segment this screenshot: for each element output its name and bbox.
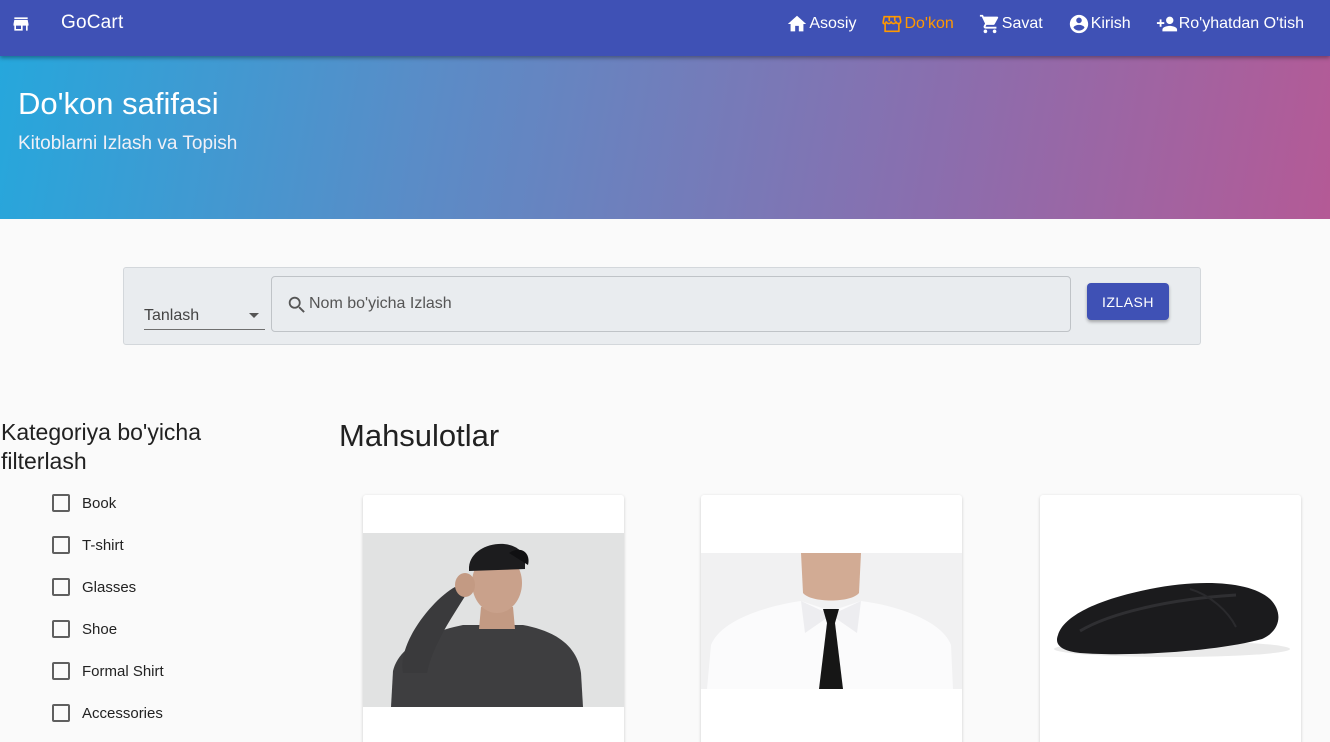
- category-select[interactable]: Tanlash: [144, 302, 265, 330]
- search-input[interactable]: [309, 289, 1049, 319]
- store-icon[interactable]: [11, 14, 31, 34]
- filter-label: Formal Shirt: [82, 662, 164, 680]
- search-icon: [288, 296, 305, 313]
- checkbox[interactable]: [52, 620, 70, 638]
- product-image-shirt-tie[interactable]: [701, 553, 962, 689]
- nav-cart[interactable]: Savat: [979, 13, 1043, 35]
- brand-name[interactable]: GoCart: [61, 12, 123, 34]
- filter-item-glasses[interactable]: Glasses: [52, 572, 136, 602]
- page-subtitle: Kitoblarni Izlash va Topish: [18, 133, 238, 154]
- filter-label: Accessories: [82, 704, 163, 722]
- nav-register[interactable]: Ro'yhatdan O'tish: [1156, 13, 1304, 35]
- nav-home-label: Asosiy: [809, 15, 857, 32]
- product-card[interactable]: [363, 495, 624, 742]
- dropdown-arrow-icon: [249, 313, 259, 318]
- cart-icon: [979, 14, 998, 34]
- product-card[interactable]: [701, 495, 962, 742]
- nav-store[interactable]: Do'kon: [881, 13, 954, 35]
- filter-item-shoe[interactable]: Shoe: [52, 614, 117, 644]
- hero-banner: Do'kon safifasi Kitoblarni Izlash va Top…: [0, 56, 1330, 219]
- checkbox[interactable]: [52, 704, 70, 722]
- page-title: Do'kon safifasi: [18, 86, 219, 121]
- filter-label: Shoe: [82, 620, 118, 638]
- nav-store-label: Do'kon: [904, 15, 954, 32]
- app-bar: GoCart Asosiy Do'kon Savat Kirish Ro'yha…: [0, 0, 1330, 56]
- search-panel: Tanlash IZLASH: [123, 267, 1201, 345]
- filter-label: Glasses: [82, 578, 137, 596]
- account-circle-icon: [1069, 14, 1088, 34]
- home-icon: [788, 15, 807, 32]
- storefront-icon: [882, 15, 902, 33]
- checkbox[interactable]: [52, 578, 70, 596]
- category-select-label: Tanlash: [144, 307, 200, 324]
- filter-item-formal-shirt[interactable]: Formal Shirt: [52, 656, 164, 686]
- filter-label: T-shirt: [82, 536, 124, 554]
- product-image-mouse[interactable]: [1040, 565, 1301, 675]
- checkbox[interactable]: [52, 662, 70, 680]
- nav-register-label: Ro'yhatdan O'tish: [1178, 15, 1304, 32]
- product-card[interactable]: [1040, 495, 1301, 742]
- main-nav: Asosiy Do'kon Savat Kirish Ro'yhatdan O'…: [786, 0, 1304, 48]
- search-button[interactable]: IZLASH: [1087, 283, 1169, 320]
- search-box[interactable]: [271, 276, 1071, 332]
- checkbox[interactable]: [52, 494, 70, 512]
- filter-item-accessories[interactable]: Accessories: [52, 698, 163, 728]
- filter-label: Book: [82, 494, 117, 512]
- product-image-cap-man[interactable]: [363, 533, 624, 707]
- nav-home[interactable]: Asosiy: [786, 13, 856, 35]
- filter-title: Kategoriya bo'yicha filterlash: [1, 419, 202, 474]
- filter-item-book[interactable]: Book: [52, 488, 116, 518]
- products-heading: Mahsulotlar: [339, 418, 500, 453]
- nav-login-label: Kirish: [1090, 15, 1131, 32]
- nav-cart-label: Savat: [1001, 15, 1043, 32]
- filter-item-tshirt[interactable]: T-shirt: [52, 530, 124, 560]
- nav-login[interactable]: Kirish: [1068, 13, 1131, 35]
- checkbox[interactable]: [52, 536, 70, 554]
- person-add-icon: [1156, 16, 1177, 32]
